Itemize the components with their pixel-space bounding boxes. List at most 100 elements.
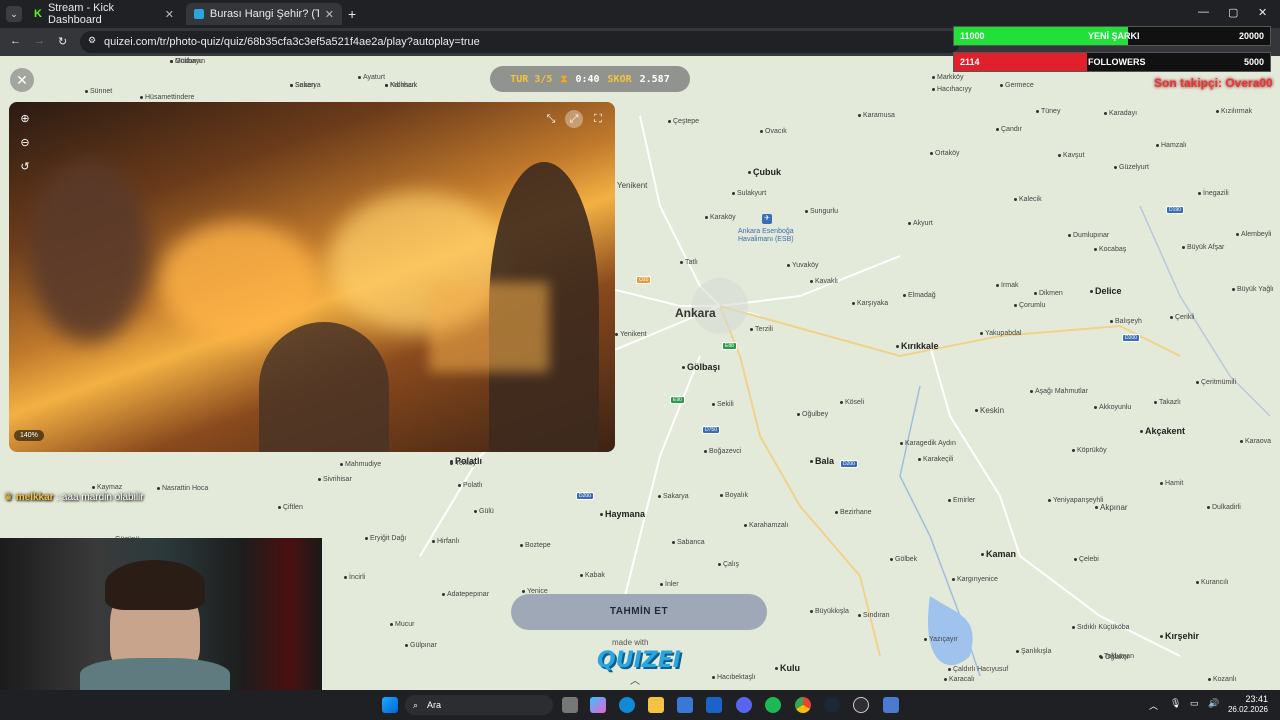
road-shield: D200 bbox=[1122, 334, 1140, 342]
tab-kick-dashboard[interactable]: K Stream - Kick Dashboard ✕ bbox=[26, 2, 182, 26]
map-label-minor: Yenikent bbox=[615, 331, 647, 338]
map-label-minor: Köprüköy bbox=[1072, 447, 1107, 454]
chat-text: : aaa mardin olabilir bbox=[56, 492, 144, 503]
map-label-minor: Çalış bbox=[718, 561, 739, 568]
zoom-percentage: 140% bbox=[14, 430, 44, 441]
song-goal-current: 11000 bbox=[960, 31, 985, 41]
quiz-photo[interactable]: ⊕ ⊖ ↺ ⤡ ⤢ ⛶ bbox=[9, 102, 615, 452]
url-field[interactable]: ⚙ quizei.com/tr/photo-quiz/quiz/68b35cfa… bbox=[80, 31, 960, 53]
map-label-minor: Karşıyaka bbox=[852, 300, 888, 307]
timer-icon: ⧗ bbox=[560, 73, 568, 85]
tab-quiz[interactable]: Burası Hangi Şehir? (Türkiye) - Q ✕ bbox=[186, 3, 342, 25]
window-close-button[interactable]: ✕ bbox=[1258, 6, 1267, 19]
map-label-minor: Irmak bbox=[996, 282, 1019, 289]
map-label-minor: Boztepe bbox=[520, 542, 551, 549]
map-label-cubuk: Çubuk bbox=[748, 167, 781, 177]
tray-chevron-icon[interactable]: ︿ bbox=[1149, 699, 1158, 712]
guess-button[interactable]: TAHMİN ET bbox=[511, 594, 767, 630]
map-label-minor: Çerikli bbox=[1170, 314, 1194, 321]
map-label-minor: Hamzalı bbox=[1156, 142, 1187, 149]
map-label-minor: Büyük Yağlı bbox=[1232, 286, 1274, 293]
follower-goal-label: FOLLOWERS bbox=[1088, 57, 1146, 67]
close-tab-icon[interactable]: ✕ bbox=[325, 8, 334, 21]
map-label-minor: Elmadağ bbox=[903, 292, 936, 299]
road-shield: D190 bbox=[1166, 206, 1184, 214]
map-label-minor: Polatlı bbox=[458, 482, 482, 489]
map-label-minor: Eryiğit Dağı bbox=[365, 535, 406, 542]
map-label-minor: Sabanca bbox=[672, 539, 705, 546]
map-label-minor: Sıdıklı Küçüköba bbox=[1072, 624, 1130, 631]
map-label-minor: Dumlupınar bbox=[1068, 232, 1109, 239]
map-label-minor: Karaova bbox=[1240, 438, 1271, 445]
follower-goal-current: 2114 bbox=[960, 57, 980, 67]
road-shield: O20 bbox=[636, 276, 652, 284]
quiz-status-bar: TUR 3/5 ⧗ 0:40 SKOR 2.587 bbox=[490, 66, 690, 92]
edge-icon[interactable] bbox=[619, 697, 635, 713]
copilot-icon[interactable] bbox=[590, 697, 606, 713]
airport-icon: ✈ bbox=[762, 214, 772, 224]
chrome-icon[interactable] bbox=[795, 697, 811, 713]
clock-time[interactable]: 23:41 bbox=[1222, 694, 1268, 704]
map-label-akcakent: Akçakent bbox=[1140, 426, 1185, 436]
map-label-minor: Karamusa bbox=[858, 112, 895, 119]
mail-icon[interactable] bbox=[706, 697, 722, 713]
discord-icon[interactable] bbox=[736, 697, 752, 713]
map-label-minor: Hirfanlı bbox=[432, 538, 459, 545]
fullscreen-icon[interactable]: ⛶ bbox=[589, 110, 607, 128]
clock-date[interactable]: 26.02.2026 bbox=[1216, 705, 1268, 714]
map-label-delice: Delice bbox=[1090, 286, 1122, 296]
obs-icon[interactable] bbox=[853, 697, 869, 713]
zoom-in-icon[interactable]: ⊕ bbox=[16, 110, 34, 128]
microphone-icon[interactable]: 🎙 bbox=[1170, 698, 1181, 709]
taskbar-search[interactable]: ⌕ Ara bbox=[405, 695, 553, 715]
map-label-minor: Sivrihisar bbox=[318, 476, 352, 483]
map-label-minor: Oğulbey bbox=[797, 411, 828, 418]
song-goal-bar: 11000 YENİ ŞARKI 20000 bbox=[953, 26, 1271, 46]
forward-icon[interactable]: → bbox=[34, 35, 45, 47]
reset-zoom-icon[interactable]: ↺ bbox=[16, 158, 34, 176]
search-icon: ⌕ bbox=[413, 700, 419, 710]
windows-start-icon[interactable] bbox=[382, 697, 398, 713]
app-icon[interactable] bbox=[883, 697, 899, 713]
map-label-minor: Yuvaköy bbox=[787, 262, 818, 269]
map-label-minor: Karacalı bbox=[944, 676, 975, 683]
map-label-minor: İnegazili bbox=[1198, 190, 1229, 197]
map-label-minor: Germece bbox=[1000, 82, 1034, 89]
site-info-icon[interactable]: ⚙ bbox=[88, 35, 96, 46]
new-tab-button[interactable]: + bbox=[348, 6, 356, 22]
close-tab-icon[interactable]: ✕ bbox=[165, 8, 174, 21]
quizei-logo[interactable]: QUIZEI bbox=[597, 648, 681, 673]
steam-icon[interactable] bbox=[824, 697, 840, 713]
map-label-minor: Balışeyh bbox=[1110, 318, 1142, 325]
map-label-minor: Büyükkışla bbox=[810, 608, 849, 615]
task-view-icon[interactable] bbox=[562, 697, 578, 713]
file-explorer-icon[interactable] bbox=[648, 697, 664, 713]
map-label-minor: Hacıbektaşlı bbox=[712, 674, 756, 681]
back-icon[interactable]: ← bbox=[10, 35, 21, 47]
webcam-feed bbox=[0, 538, 322, 698]
zoom-out-icon[interactable]: ⊖ bbox=[16, 134, 34, 152]
tab-menu-button[interactable]: ⌄ bbox=[6, 6, 22, 22]
made-with-text: made with bbox=[612, 638, 649, 647]
map-label-minor: Kargınyenice bbox=[952, 576, 998, 583]
map-label-minor: Ovacık bbox=[760, 128, 787, 135]
spotify-icon[interactable] bbox=[765, 697, 781, 713]
road-shield: D200 bbox=[576, 492, 594, 500]
reload-icon[interactable]: ↻ bbox=[58, 35, 67, 48]
network-icon[interactable]: ▭ bbox=[1190, 698, 1199, 709]
road-shield: D750 bbox=[702, 426, 720, 434]
map-label-minor: Emirler bbox=[948, 497, 975, 504]
minimize-button[interactable]: — bbox=[1198, 6, 1209, 18]
store-icon[interactable] bbox=[677, 697, 693, 713]
maximize-button[interactable]: ▢ bbox=[1228, 6, 1238, 19]
map-label-minor: Markköy bbox=[932, 74, 963, 81]
map-label-kaman: Kaman bbox=[981, 549, 1016, 559]
map-label-minor: Oğlakçı bbox=[1100, 654, 1129, 661]
map-label-minor: Karadayı bbox=[1104, 110, 1137, 117]
follower-goal-bar: 2114 FOLLOWERS 5000 bbox=[953, 52, 1271, 72]
quiz-close-button[interactable]: ✕ bbox=[10, 68, 34, 92]
map-label-minor: Çandır bbox=[996, 126, 1022, 133]
expand-icon[interactable]: ⤢ bbox=[565, 110, 583, 128]
shrink-icon[interactable]: ⤡ bbox=[542, 110, 560, 128]
chevron-up-icon[interactable]: ︿ bbox=[630, 672, 640, 687]
